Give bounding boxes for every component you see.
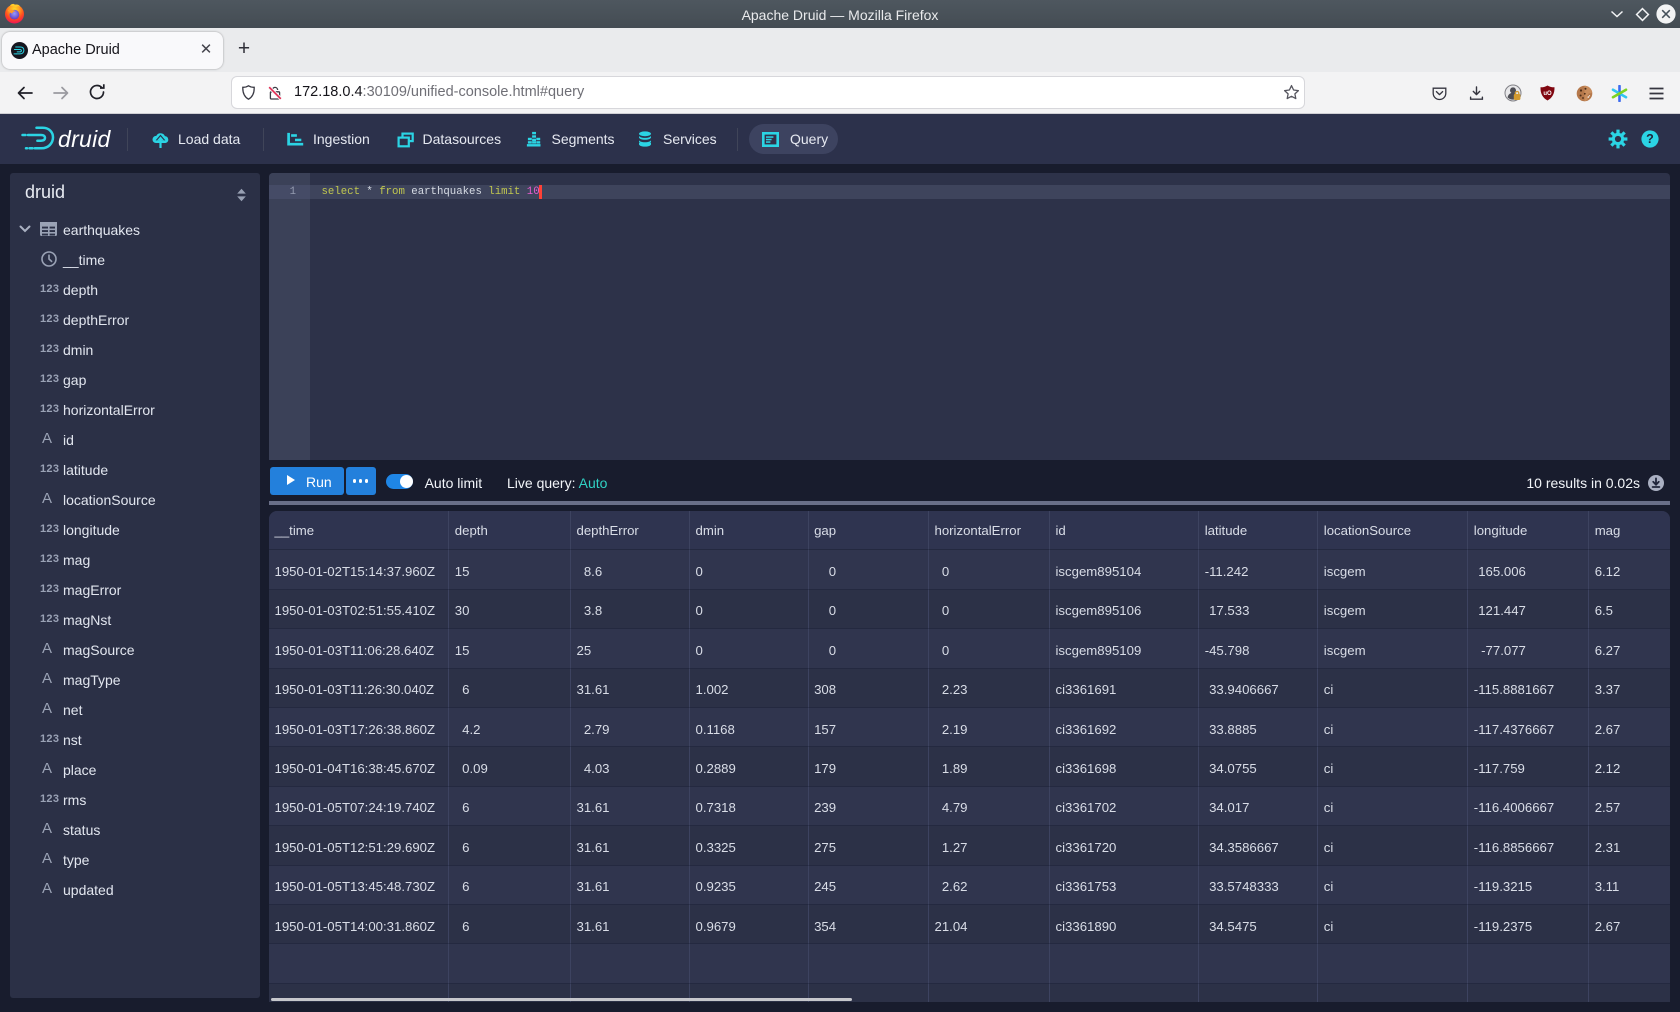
svg-text:?: ? (1646, 132, 1654, 146)
svg-text:uO: uO (1543, 91, 1552, 97)
